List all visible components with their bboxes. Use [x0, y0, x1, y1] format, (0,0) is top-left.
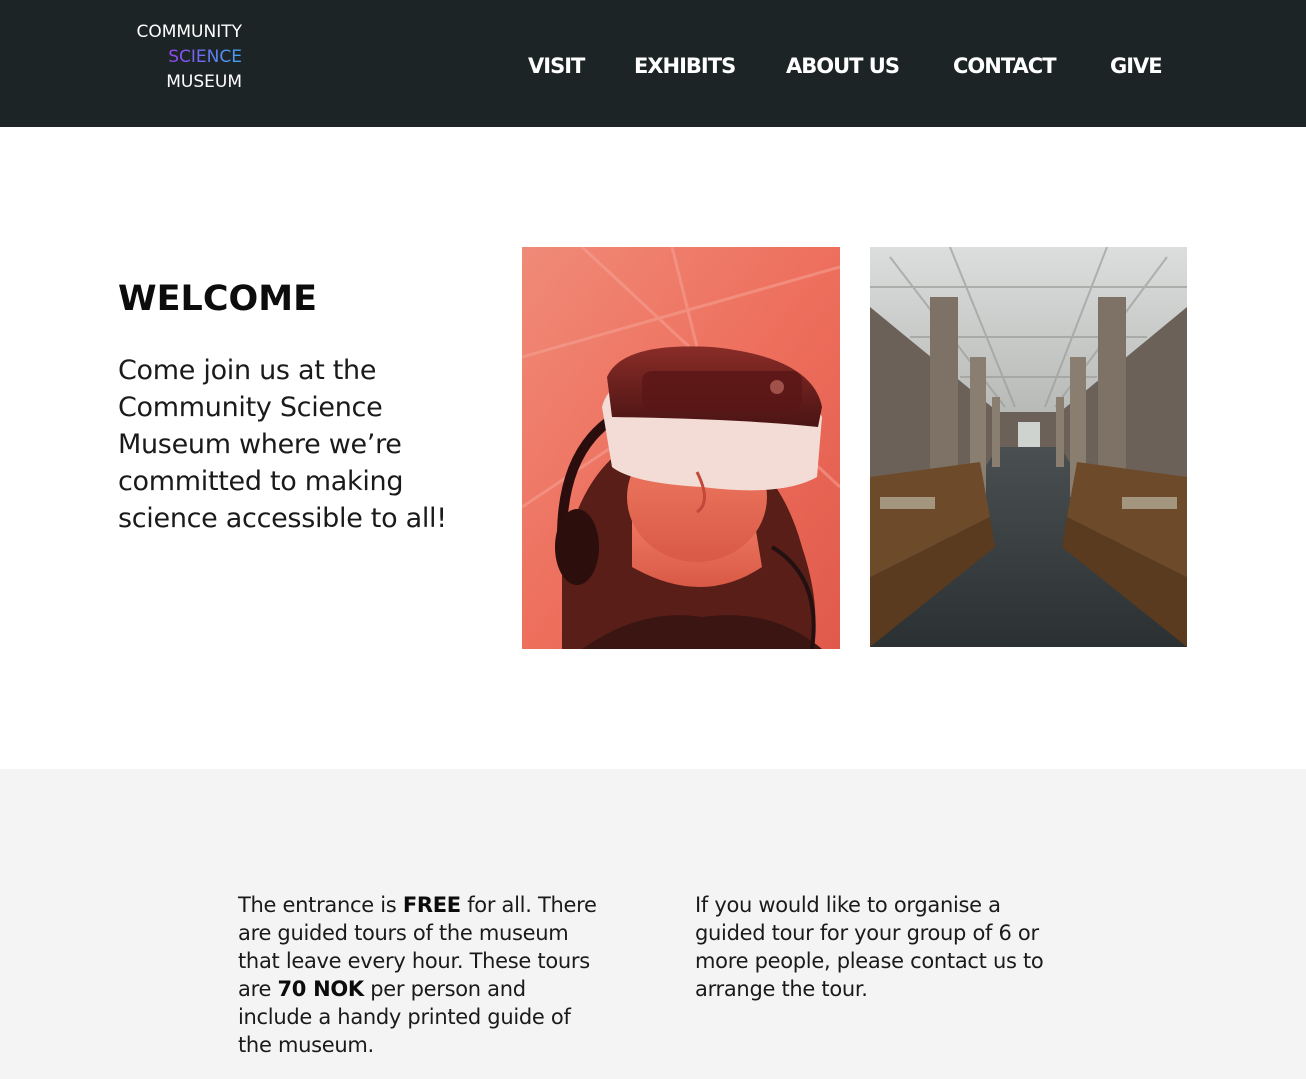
nav-contact[interactable]: CONTACT: [953, 54, 1057, 78]
vr-headset-photo: [522, 247, 840, 649]
nav-give[interactable]: GIVE: [1110, 54, 1163, 78]
site-header: COMMUNITY SCIENCE MUSEUM VISIT EXHIBITS …: [0, 0, 1306, 127]
museum-hall-photo: [870, 247, 1187, 647]
nav-exhibits[interactable]: EXHIBITS: [634, 54, 736, 78]
logo-line-science: SCIENCE: [112, 45, 242, 70]
museum-logo[interactable]: COMMUNITY SCIENCE MUSEUM: [112, 20, 242, 95]
nav-about-us[interactable]: ABOUT US: [786, 54, 900, 78]
nav-visit[interactable]: VISIT: [528, 54, 585, 78]
entrance-info-text: The entrance is FREE for all. There are …: [238, 891, 598, 1059]
welcome-heading: WELCOME: [118, 279, 317, 319]
logo-line-community: COMMUNITY: [136, 22, 242, 42]
free-highlight: FREE: [402, 893, 461, 917]
welcome-text: Come join us at the Community Science Mu…: [118, 355, 447, 534]
price-highlight: 70 NOK: [277, 977, 364, 1001]
logo-line-museum: MUSEUM: [166, 72, 242, 92]
visit-info-section: The entrance is FREE for all. There are …: [0, 769, 1306, 1079]
group-tour-info-text: If you would like to organise a guided t…: [695, 893, 1044, 1001]
entrance-text-part-1: The entrance is: [238, 893, 403, 917]
